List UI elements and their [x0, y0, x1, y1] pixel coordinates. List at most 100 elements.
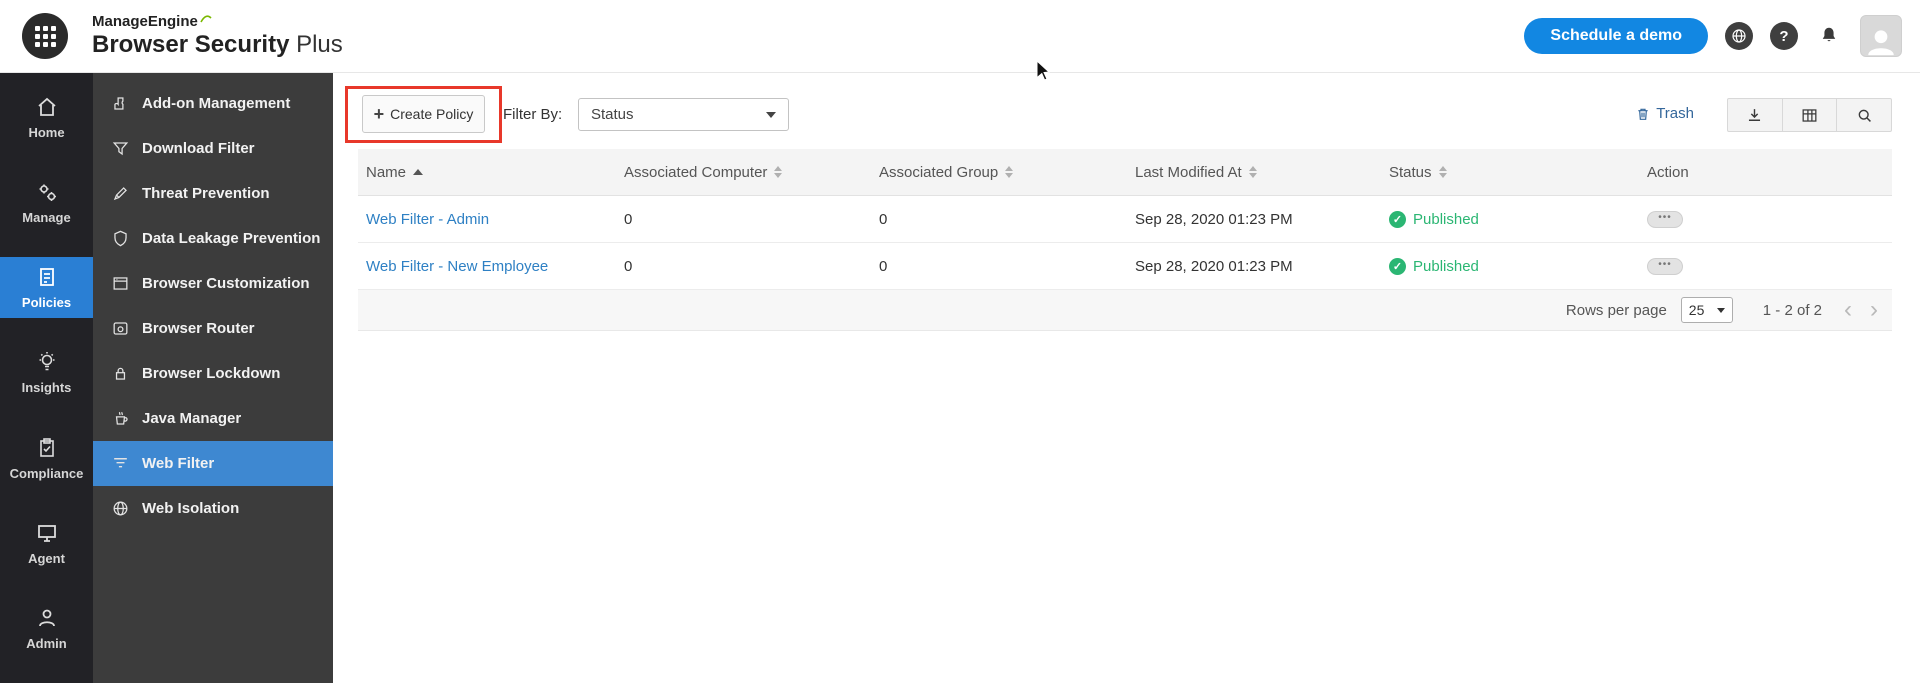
main-content: + Create Policy Filter By: Status Trash	[333, 73, 1920, 683]
sidebar-item-home[interactable]: Home	[0, 87, 93, 148]
primary-sidebar: Home Manage Policies Insights Compliance	[0, 73, 93, 683]
associated-computer-count: 0	[624, 210, 633, 228]
funnel-icon	[112, 142, 129, 156]
puzzle-icon	[114, 97, 124, 110]
associated-group-count: 0	[879, 210, 888, 228]
swoosh-icon	[200, 14, 212, 22]
submenu-item-web-filter[interactable]: Web Filter	[93, 441, 333, 486]
sidebar-item-compliance[interactable]: Compliance	[0, 428, 93, 489]
ellipsis-icon: •••	[1658, 258, 1672, 270]
notifications-bell-icon[interactable]	[1815, 22, 1843, 50]
agent-icon	[37, 524, 56, 542]
trash-link[interactable]: Trash	[1635, 105, 1694, 122]
submenu-item-addon-management[interactable]: Add-on Management	[93, 81, 333, 126]
submenu-item-browser-router[interactable]: Browser Router	[93, 306, 333, 351]
rows-per-page-select[interactable]: 25	[1680, 297, 1733, 323]
search-button[interactable]	[1837, 99, 1891, 131]
manageengine-logo-text: ManageEngine	[92, 12, 198, 30]
table-footer: Rows per page 25 1 - 2 of 2 ‹ ›	[358, 290, 1892, 331]
status-badge: ✓ Published	[1381, 210, 1639, 228]
submenu-item-data-leakage-prevention[interactable]: Data Leakage Prevention	[93, 216, 333, 261]
sort-icon	[774, 166, 783, 178]
person-icon	[1868, 30, 1894, 56]
trash-icon	[1638, 108, 1648, 120]
policies-table: Name Associated Computer Associated Grou…	[358, 149, 1892, 331]
brand-logo: ManageEngine Browser Security Plus	[92, 12, 343, 59]
column-header-associated-group[interactable]: Associated Group	[871, 164, 1127, 181]
sidebar-item-insights[interactable]: Insights	[0, 342, 93, 403]
policies-submenu: Add-on Management Download Filter Threat…	[93, 73, 333, 683]
column-header-action: Action	[1647, 163, 1689, 181]
plus-icon: +	[373, 104, 385, 124]
table-header-row: Name Associated Computer Associated Grou…	[358, 149, 1892, 196]
sidebar-item-admin[interactable]: Admin	[0, 598, 93, 659]
associated-computer-count: 0	[624, 257, 633, 275]
status-filter-dropdown[interactable]: Status	[578, 98, 789, 131]
table-tools	[1727, 98, 1892, 132]
submenu-item-java-manager[interactable]: Java Manager	[93, 396, 333, 441]
ellipsis-icon: •••	[1658, 211, 1672, 223]
top-bar: ManageEngine Browser Security Plus Sched…	[0, 0, 1920, 73]
java-cup-icon	[115, 411, 128, 425]
product-title: Browser Security Plus	[92, 31, 343, 59]
sort-asc-icon	[413, 169, 424, 175]
prev-page-button[interactable]: ‹	[1844, 298, 1852, 322]
window-icon	[113, 277, 128, 290]
home-icon	[37, 97, 56, 116]
column-header-associated-computer[interactable]: Associated Computer	[616, 164, 871, 181]
row-actions-button[interactable]: •••	[1647, 257, 1683, 275]
app-launcher-button[interactable]	[22, 13, 68, 59]
table-grid-icon	[1802, 108, 1817, 122]
globe-icon	[1732, 29, 1746, 43]
pen-icon	[113, 187, 127, 201]
table-row: Web Filter - New Employee 0 0 Sep 28, 20…	[358, 243, 1892, 290]
lock-icon	[115, 367, 126, 380]
admin-icon	[38, 609, 55, 627]
column-header-status[interactable]: Status	[1381, 164, 1639, 181]
sidebar-item-agent[interactable]: Agent	[0, 513, 93, 574]
search-icon	[1858, 109, 1871, 122]
bell-icon	[1822, 27, 1836, 42]
user-avatar[interactable]	[1860, 15, 1902, 57]
next-page-button[interactable]: ›	[1870, 298, 1878, 322]
associated-group-count: 0	[879, 257, 888, 275]
export-download-button[interactable]	[1728, 99, 1783, 131]
check-circle-icon: ✓	[1389, 257, 1406, 275]
table-row: Web Filter - Admin 0 0 Sep 28, 2020 01:2…	[358, 196, 1892, 243]
submenu-item-download-filter[interactable]: Download Filter	[93, 126, 333, 171]
globe-language-icon[interactable]	[1725, 22, 1753, 50]
column-header-name[interactable]: Name	[358, 164, 616, 181]
sort-icon	[1005, 166, 1014, 178]
column-chooser-button[interactable]	[1783, 99, 1838, 131]
status-badge: ✓ Published	[1381, 257, 1639, 275]
submenu-item-browser-customization[interactable]: Browser Customization	[93, 261, 333, 306]
policies-icon	[39, 268, 54, 287]
sidebar-item-manage[interactable]: Manage	[0, 172, 93, 233]
row-actions-button[interactable]: •••	[1647, 210, 1683, 228]
gears-icon	[39, 184, 56, 202]
sort-icon	[1248, 166, 1257, 178]
policy-name-link[interactable]: Web Filter - Admin	[358, 211, 616, 228]
submenu-item-threat-prevention[interactable]: Threat Prevention	[93, 171, 333, 216]
pagination-range: 1 - 2 of 2	[1762, 301, 1822, 319]
filter-lines-icon	[114, 458, 127, 468]
submenu-item-web-isolation[interactable]: Web Isolation	[93, 486, 333, 531]
sidebar-item-policies[interactable]: Policies	[0, 257, 93, 319]
chevron-down-icon	[766, 111, 776, 118]
policy-name-link[interactable]: Web Filter - New Employee	[358, 258, 616, 275]
schedule-demo-button[interactable]: Schedule a demo	[1524, 18, 1708, 54]
last-modified-value: Sep 28, 2020 01:23 PM	[1135, 210, 1293, 228]
column-header-last-modified[interactable]: Last Modified At	[1127, 164, 1381, 181]
question-mark-icon: ?	[1779, 27, 1789, 45]
submenu-item-browser-lockdown[interactable]: Browser Lockdown	[93, 351, 333, 396]
download-icon	[1749, 108, 1761, 121]
help-icon[interactable]: ?	[1770, 22, 1798, 50]
insights-icon	[39, 352, 54, 371]
grid-dots-icon	[34, 25, 56, 47]
filter-by-label: Filter By:	[503, 106, 563, 123]
sort-icon	[1438, 166, 1447, 178]
create-policy-button[interactable]: + Create Policy	[362, 95, 485, 133]
browser-security-plus-app: ManageEngine Browser Security Plus Sched…	[0, 0, 1920, 683]
rows-per-page-label: Rows per page	[1565, 301, 1667, 319]
check-circle-icon: ✓	[1389, 210, 1406, 228]
